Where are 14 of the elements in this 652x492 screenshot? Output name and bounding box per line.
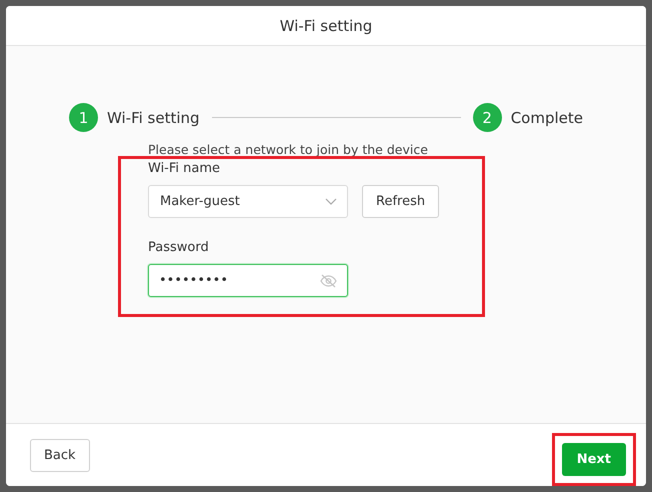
step-number: 2: [472, 103, 502, 132]
step-number: 1: [69, 103, 98, 132]
instruction-text: Please select a network to join by the device: [148, 142, 429, 157]
field-label: Wi-Fi name: [148, 161, 222, 176]
field-label: Password: [148, 240, 210, 255]
chevron-down-icon: [325, 198, 337, 205]
refresh-button[interactable]: Refresh: [362, 185, 440, 218]
window-title: Wi-Fi setting: [280, 16, 372, 34]
step-label: Wi-Fi setting: [107, 108, 200, 126]
password-field[interactable]: •••••••••: [148, 264, 348, 297]
eye-slash-icon: [320, 274, 337, 288]
back-button[interactable]: Back: [30, 438, 90, 472]
step-label: Complete: [510, 108, 583, 126]
network-dropdown[interactable]: Maker-guest: [148, 185, 348, 218]
